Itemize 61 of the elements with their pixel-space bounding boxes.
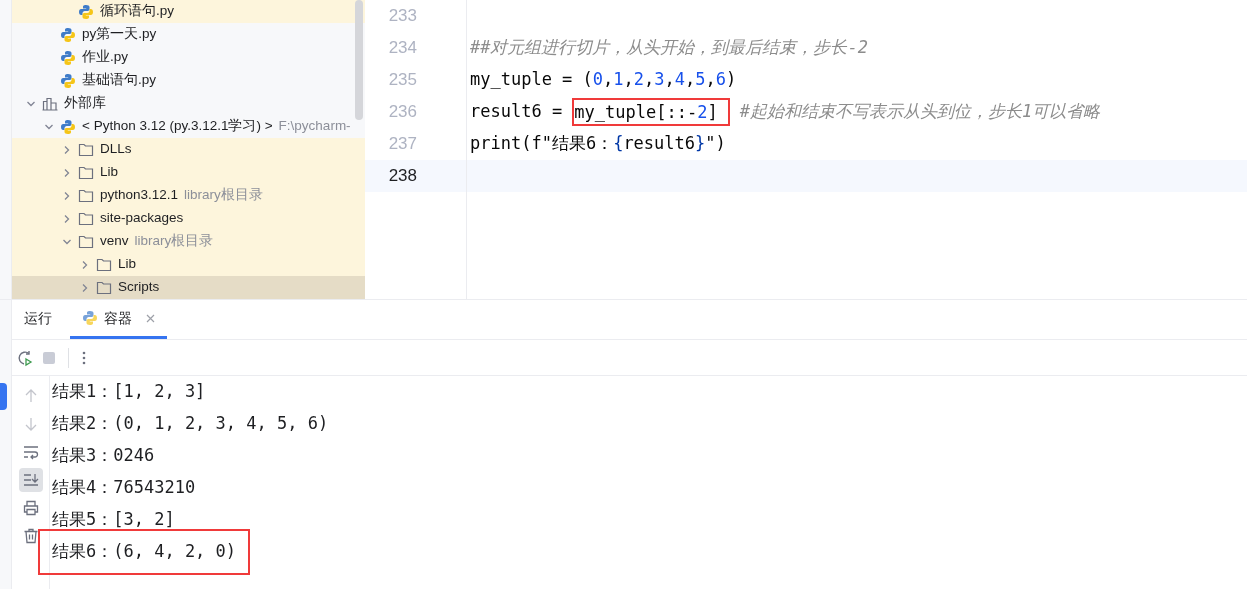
python-file-icon	[78, 3, 94, 20]
panel-tab[interactable]: 运行	[12, 300, 64, 339]
code-line: my_tuple = (0,1,2,3,4,5,6)	[470, 68, 737, 92]
python-file-icon	[60, 72, 76, 89]
chevron-icon[interactable]	[62, 144, 72, 155]
line-number: 234	[388, 37, 417, 60]
line-number: 238	[388, 165, 417, 188]
scroll-to-end-icon[interactable]	[18, 468, 43, 492]
console-output-line: 结果5：[3, 2]	[52, 508, 175, 532]
python-file-icon	[60, 26, 76, 43]
folder-icon	[78, 188, 94, 203]
close-icon[interactable]	[146, 313, 155, 323]
tree-item[interactable]: 作业.py	[12, 46, 365, 69]
path-hint: F:\pycharm-	[278, 117, 351, 136]
chevron-icon[interactable]	[80, 259, 90, 270]
code-line: print(f"结果6：{result6}")	[470, 132, 726, 156]
line-number: 235	[388, 69, 417, 92]
folder-icon	[96, 257, 112, 272]
python-file-icon	[60, 49, 76, 66]
rerun-icon[interactable]	[16, 348, 34, 367]
path-hint: library根目录	[184, 186, 263, 205]
console-output-line: 结果3：0246	[52, 444, 155, 468]
folder-icon	[96, 280, 112, 295]
tree-item[interactable]: Lib	[12, 253, 365, 276]
code-line: ##对元组进行切片，从头开始，到最后结束，步长-2	[470, 36, 868, 60]
stop-icon[interactable]	[42, 350, 56, 365]
console-output-line: 结果1：[1, 2, 3]	[52, 380, 206, 404]
folder-icon	[78, 142, 94, 157]
path-hint: library根目录	[134, 232, 214, 251]
folder-icon	[78, 234, 94, 249]
tree-item[interactable]: python3.12.1 library根目录	[12, 184, 365, 207]
tree-item[interactable]: Lib	[12, 161, 365, 184]
tree-item[interactable]: 循环语句.py	[12, 0, 365, 23]
python-file-icon	[82, 310, 98, 326]
tree-item[interactable]: < Python 3.12 (py.3.12.1学习) > F:\pycharm-	[12, 115, 365, 138]
highlight-box: my_tuple[::-2]	[572, 98, 730, 126]
folder-icon	[78, 211, 94, 226]
console-output-line: 结果2：(0, 1, 2, 3, 4, 5, 6)	[52, 412, 329, 436]
panel-tab[interactable]: 容器	[70, 300, 167, 339]
tree-item[interactable]: venv library根目录	[12, 230, 365, 253]
console-output-line: 结果4：76543210	[52, 476, 196, 500]
python-file-icon	[60, 118, 76, 135]
scrollbar-thumb[interactable]	[355, 0, 363, 120]
active-tool-indicator	[0, 383, 7, 410]
chevron-icon[interactable]	[62, 213, 72, 224]
chevron-icon[interactable]	[62, 190, 72, 201]
tree-item[interactable]: site-packages	[12, 207, 365, 230]
tree-item[interactable]: DLLs	[12, 138, 365, 161]
tree-item[interactable]: 基础语句.py	[12, 69, 365, 92]
chevron-icon[interactable]	[62, 167, 72, 178]
line-number: 236	[388, 101, 417, 124]
line-number: 237	[388, 133, 417, 156]
code-line: result6 = my_tuple[::-2] #起始和结束不写表示从头到位，步长1可以省略	[470, 98, 1101, 126]
tree-item[interactable]: 外部库	[12, 92, 365, 115]
more-icon[interactable]	[81, 349, 87, 366]
tree-item[interactable]: Scripts	[12, 276, 365, 299]
library-icon	[42, 96, 58, 111]
chevron-icon[interactable]	[80, 282, 90, 293]
tree-item[interactable]: py第一天.py	[12, 23, 365, 46]
line-number: 233	[388, 5, 417, 28]
folder-icon	[78, 165, 94, 180]
